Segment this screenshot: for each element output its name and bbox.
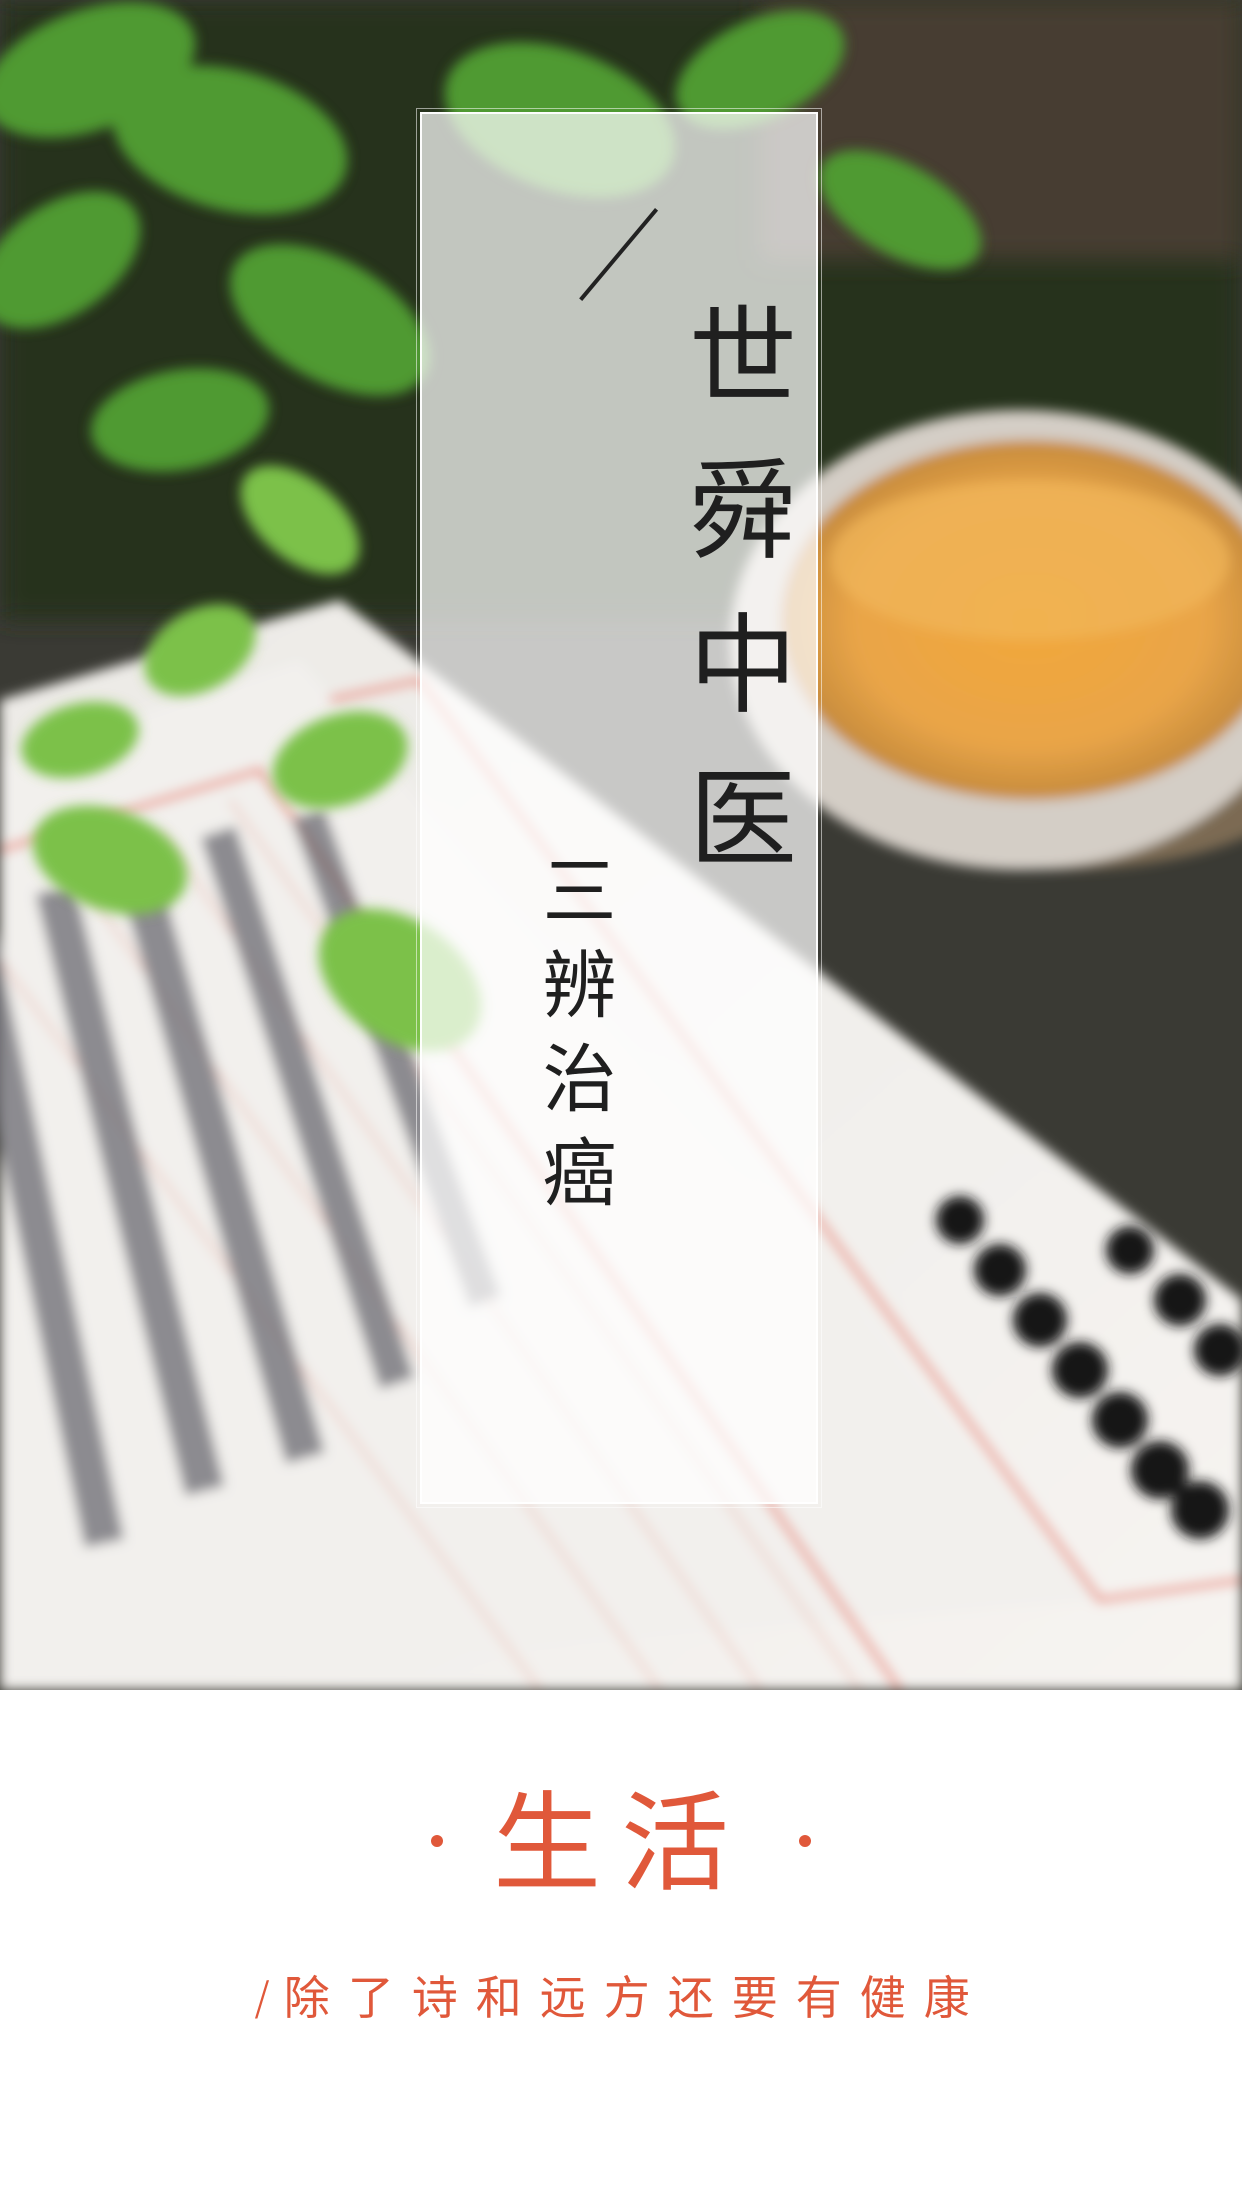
right-dot-icon <box>799 1835 811 1848</box>
left-dot-icon <box>430 1835 443 1848</box>
footer-section <box>0 1690 1242 2208</box>
brand-title: 世舜中医 <box>671 300 796 916</box>
tagline-text: 除了诗和远方还要有健康 <box>283 1971 988 2025</box>
tagline-row: / 除了诗和远方还要有健康 <box>0 1962 1242 2028</box>
life-heading-row: 生活 <box>0 1780 1242 1910</box>
brand-subtitle: 三辨治癌 <box>530 852 616 1228</box>
tagline-slash: / <box>254 1971 270 2025</box>
life-heading: 生活 <box>492 1782 749 1907</box>
